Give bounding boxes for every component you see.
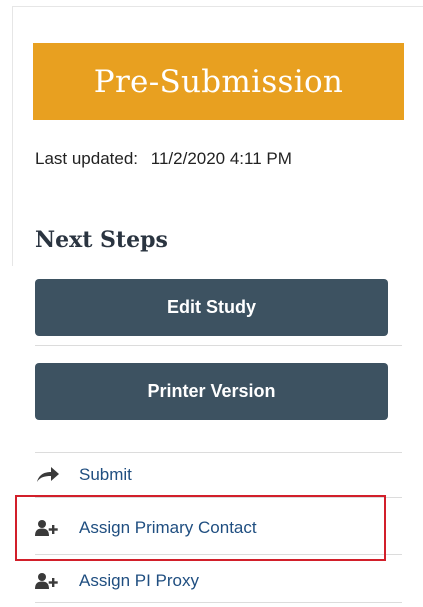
top-divider xyxy=(12,6,423,7)
submit-link[interactable]: Submit xyxy=(35,458,132,492)
highlight-box xyxy=(15,495,386,561)
assign-pi-proxy-label: Assign PI Proxy xyxy=(79,571,199,590)
last-updated-label: Last updated: xyxy=(35,149,139,168)
status-banner: Pre-Submission xyxy=(33,43,404,120)
next-steps-heading: Next Steps xyxy=(35,227,168,253)
share-arrow-icon xyxy=(35,465,63,485)
left-divider xyxy=(12,6,13,266)
add-user-icon xyxy=(35,571,63,591)
status-label: Pre-Submission xyxy=(93,63,344,100)
submit-link-label: Submit xyxy=(79,465,132,484)
divider xyxy=(35,452,402,453)
divider xyxy=(35,602,402,603)
printer-version-button[interactable]: Printer Version xyxy=(35,363,388,420)
last-updated: Last updated: 11/2/2020 4:11 PM xyxy=(35,149,292,169)
edit-study-button[interactable]: Edit Study xyxy=(35,279,388,336)
last-updated-value: 11/2/2020 4:11 PM xyxy=(150,149,292,168)
divider xyxy=(35,345,402,346)
assign-pi-proxy-link[interactable]: Assign PI Proxy xyxy=(35,564,199,598)
